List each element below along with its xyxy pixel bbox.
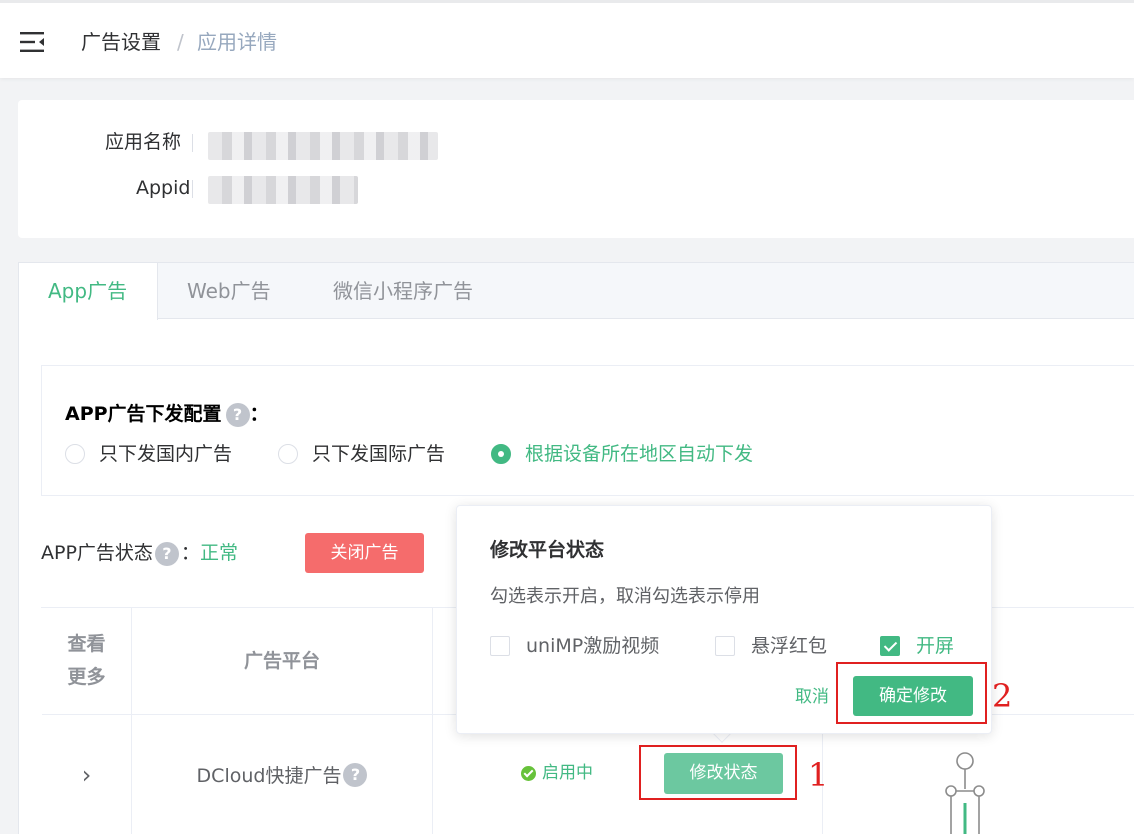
radio-auto-by-region[interactable]: 根据设备所在地区自动下发 xyxy=(491,442,753,466)
radio-label: 只下发国内广告 xyxy=(99,443,233,465)
appid-value-redacted xyxy=(208,176,358,204)
checkbox-box[interactable] xyxy=(490,636,510,656)
app-name-value-redacted xyxy=(208,132,438,160)
expand-chevron-icon[interactable]: › xyxy=(82,761,92,789)
radio-circle[interactable] xyxy=(278,444,298,464)
radio-international-only[interactable]: 只下发国际广告 xyxy=(278,442,445,466)
ad-status: APP广告状态? ：正常 xyxy=(41,533,238,573)
radio-domestic-only[interactable]: 只下发国内广告 xyxy=(65,442,232,466)
check-circle-icon xyxy=(521,765,536,781)
checkbox-splash[interactable]: 开屏 xyxy=(880,634,954,658)
tab-app-ads[interactable]: App广告 xyxy=(19,263,158,320)
popover-description: 勾选表示开启，取消勾选表示停用 xyxy=(490,586,760,607)
config-title-text: APP广告下发配置 xyxy=(65,403,222,425)
menu-fold-icon[interactable] xyxy=(20,31,46,53)
radio-circle-checked[interactable] xyxy=(491,444,511,464)
row-expand-cell: › xyxy=(42,715,132,834)
checkbox-label: uniMP激励视频 xyxy=(526,635,660,657)
breadcrumb-app-detail: 应用详情 xyxy=(197,30,277,54)
tab-wechat-miniprogram-ads[interactable]: 微信小程序广告 xyxy=(304,263,502,320)
annotation-number-step2: 2 xyxy=(992,677,1013,715)
platform-cell: DCloud快捷广告? xyxy=(132,715,433,834)
appid-label: Appid xyxy=(136,177,191,199)
status-enabled-tag: 启用中 xyxy=(521,762,593,784)
tab-bar: App广告 Web广告 微信小程序广告 xyxy=(19,263,1134,320)
config-title-colon: ： xyxy=(249,403,269,425)
config-title: APP广告下发配置?： xyxy=(65,402,269,427)
popover-title: 修改平台状态 xyxy=(490,539,605,561)
divider xyxy=(192,134,193,152)
radio-label: 只下发国际广告 xyxy=(312,443,446,465)
breadcrumb-ad-settings[interactable]: 广告设置 xyxy=(81,29,161,55)
checkbox-unimp-reward-video[interactable]: uniMP激励视频 xyxy=(490,634,659,658)
ad-status-colon: ： xyxy=(180,542,200,564)
radio-label: 根据设备所在地区自动下发 xyxy=(525,443,754,465)
ad-status-label: APP广告状态 xyxy=(41,542,153,564)
app-info-card: 应用名称 Appid xyxy=(18,100,1134,238)
col-header-platform: 广告平台 xyxy=(132,608,433,715)
tab-web-ads[interactable]: Web广告 xyxy=(158,263,300,320)
top-bar: 广告设置 / 应用详情 xyxy=(0,0,1134,78)
annotation-box-step1 xyxy=(639,745,797,800)
ad-distribution-config: APP广告下发配置?： 只下发国内广告 只下发国际广告 根据设备所在地区自动下发 xyxy=(41,365,1134,496)
checkbox-box[interactable] xyxy=(715,636,735,656)
col-header-view-more: 查看 更多 xyxy=(42,608,132,715)
checkbox-floating-red-packet[interactable]: 悬浮红包 xyxy=(715,634,827,658)
breadcrumb-separator: / xyxy=(177,30,184,54)
help-icon[interactable]: ? xyxy=(154,541,179,566)
col-header-text: 查看 更多 xyxy=(67,633,106,688)
checkbox-label: 悬浮红包 xyxy=(751,635,828,657)
status-enabled-text: 启用中 xyxy=(542,763,593,783)
annotation-number-step1: 1 xyxy=(808,756,829,794)
annotation-box-step2 xyxy=(836,662,987,724)
divider xyxy=(192,180,193,198)
help-icon[interactable]: ? xyxy=(343,762,368,787)
col-header-text: 广告平台 xyxy=(243,649,320,672)
app-name-label: 应用名称 xyxy=(105,131,182,153)
close-ads-button[interactable]: 关闭广告 xyxy=(305,533,424,573)
help-icon[interactable]: ? xyxy=(225,402,250,427)
cancel-button[interactable]: 取消 xyxy=(795,686,829,708)
connector-diagram-icon xyxy=(945,752,985,834)
checkbox-box-checked[interactable] xyxy=(880,636,900,656)
checkbox-label: 开屏 xyxy=(916,635,955,657)
platform-name: DCloud快捷广告 xyxy=(196,765,342,787)
radio-circle[interactable] xyxy=(65,444,85,464)
ad-status-value: 正常 xyxy=(199,542,238,564)
